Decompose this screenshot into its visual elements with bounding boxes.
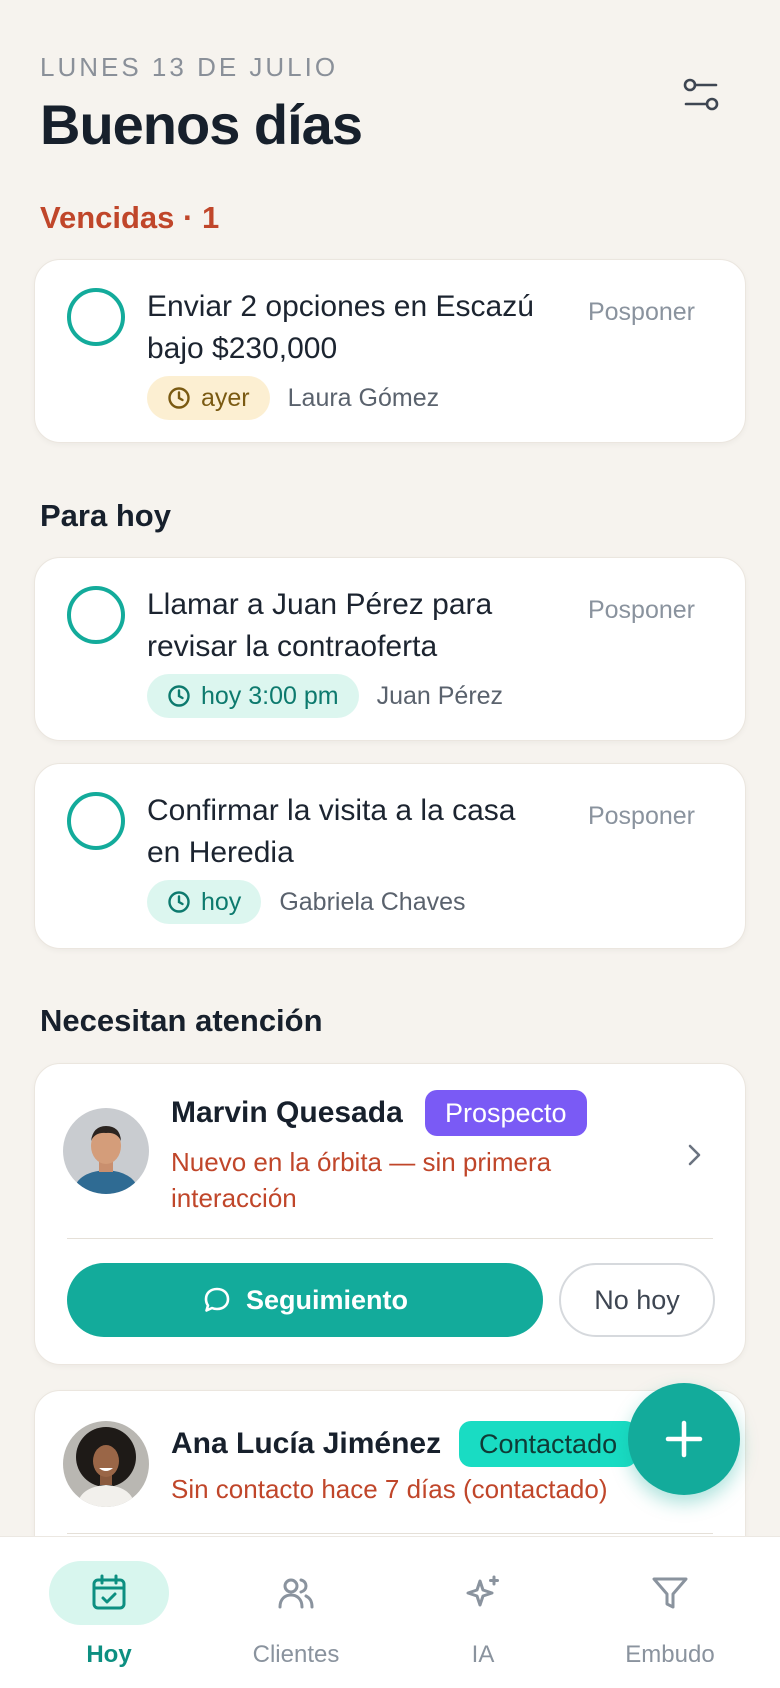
task-meta: ayer Laura Gómez: [147, 376, 439, 420]
lead-note: Sin contacto hace 7 días (contactado): [171, 1474, 608, 1504]
avatar: [63, 1421, 149, 1507]
chat-bubble-icon: [204, 1287, 230, 1312]
lead-note: Nuevo en la órbita — sin primera interac…: [171, 1147, 552, 1213]
task-title: Confirmar la visita a la casa en Heredia: [147, 794, 516, 869]
attention-section-title: Necesitan atención: [40, 1003, 323, 1038]
due-label: hoy: [201, 887, 242, 916]
add-task-fab[interactable]: [628, 1383, 740, 1495]
nav-item-clientes[interactable]: Clientes: [211, 1537, 381, 1688]
today-section-title: Para hoy: [40, 498, 171, 533]
funnel-icon: [652, 1577, 688, 1609]
date-label: LUNES 13 DE JULIO: [40, 52, 339, 82]
nav-item-hoy[interactable]: Hoy: [24, 1537, 194, 1688]
task-title: Llamar a Juan Pérez para revisar la cont…: [147, 588, 493, 663]
followup-button[interactable]: Seguimiento: [67, 1263, 543, 1337]
avatar: [63, 1108, 149, 1194]
nav-label: Clientes: [252, 1641, 340, 1668]
lead-name: Ana Lucía Jiménez: [171, 1427, 442, 1460]
sliders-icon: [683, 78, 719, 111]
lead-name: Marvin Quesada: [171, 1096, 403, 1129]
due-badge: hoy: [147, 880, 262, 924]
postpone-button[interactable]: Posponer: [588, 802, 695, 831]
today-screen: LUNES 13 DE JULIO Buenos días Vencidas ·…: [0, 0, 780, 1688]
task-card[interactable]: Confirmar la visita a la casa en Heredia…: [34, 763, 746, 949]
followup-label: Seguimiento: [245, 1284, 408, 1315]
clock-icon: [168, 891, 190, 913]
task-client-name: Gabriela Chaves: [279, 887, 466, 916]
divider: [67, 1238, 713, 1239]
task-card[interactable]: Llamar a Juan Pérez para revisar la cont…: [34, 557, 746, 741]
due-label: hoy 3:00 pm: [201, 681, 339, 710]
clock-icon: [168, 685, 190, 707]
task-complete-checkbox[interactable]: [67, 586, 125, 644]
due-badge: hoy 3:00 pm: [147, 674, 359, 718]
sparkles-icon: [466, 1575, 499, 1607]
page-title: Buenos días: [40, 93, 363, 156]
task-client-name: Laura Gómez: [287, 383, 440, 412]
bottom-nav: Hoy Clientes IA Embudo: [0, 1536, 780, 1688]
task-card[interactable]: Enviar 2 opciones en Escazú bajo $230,00…: [34, 259, 746, 443]
filter-settings-button[interactable]: [682, 76, 720, 114]
clock-icon: [168, 387, 190, 409]
due-badge: ayer: [147, 376, 270, 420]
postpone-button[interactable]: Posponer: [588, 298, 695, 327]
calendar-check-icon: [92, 1574, 126, 1610]
not-today-button[interactable]: No hoy: [559, 1263, 715, 1337]
plus-icon: [665, 1420, 703, 1458]
task-client-name: Juan Pérez: [376, 681, 504, 710]
status-badge: Prospecto: [425, 1090, 587, 1136]
nav-label: IA: [471, 1641, 495, 1668]
nav-item-embudo[interactable]: Embudo: [585, 1537, 755, 1688]
task-meta: hoy Gabriela Chaves: [147, 880, 466, 924]
divider: [67, 1533, 713, 1534]
nav-label: Hoy: [86, 1641, 132, 1668]
task-title: Enviar 2 opciones en Escazú bajo $230,00…: [147, 290, 534, 365]
task-complete-checkbox[interactable]: [67, 288, 125, 346]
nav-label: Embudo: [625, 1641, 715, 1668]
task-meta: hoy 3:00 pm Juan Pérez: [147, 674, 503, 718]
lead-card[interactable]: Marvin Quesada Prospecto Nuevo en la órb…: [34, 1063, 746, 1365]
lead-open-button[interactable]: [679, 1140, 709, 1170]
task-complete-checkbox[interactable]: [67, 792, 125, 850]
users-icon: [278, 1578, 314, 1609]
status-badge: Contactado: [459, 1421, 638, 1467]
chevron-right-icon: [688, 1144, 701, 1166]
nav-item-ia[interactable]: IA: [398, 1537, 568, 1688]
due-label: ayer: [201, 383, 250, 412]
overdue-section-title: Vencidas · 1: [40, 200, 220, 235]
postpone-button[interactable]: Posponer: [588, 596, 695, 625]
